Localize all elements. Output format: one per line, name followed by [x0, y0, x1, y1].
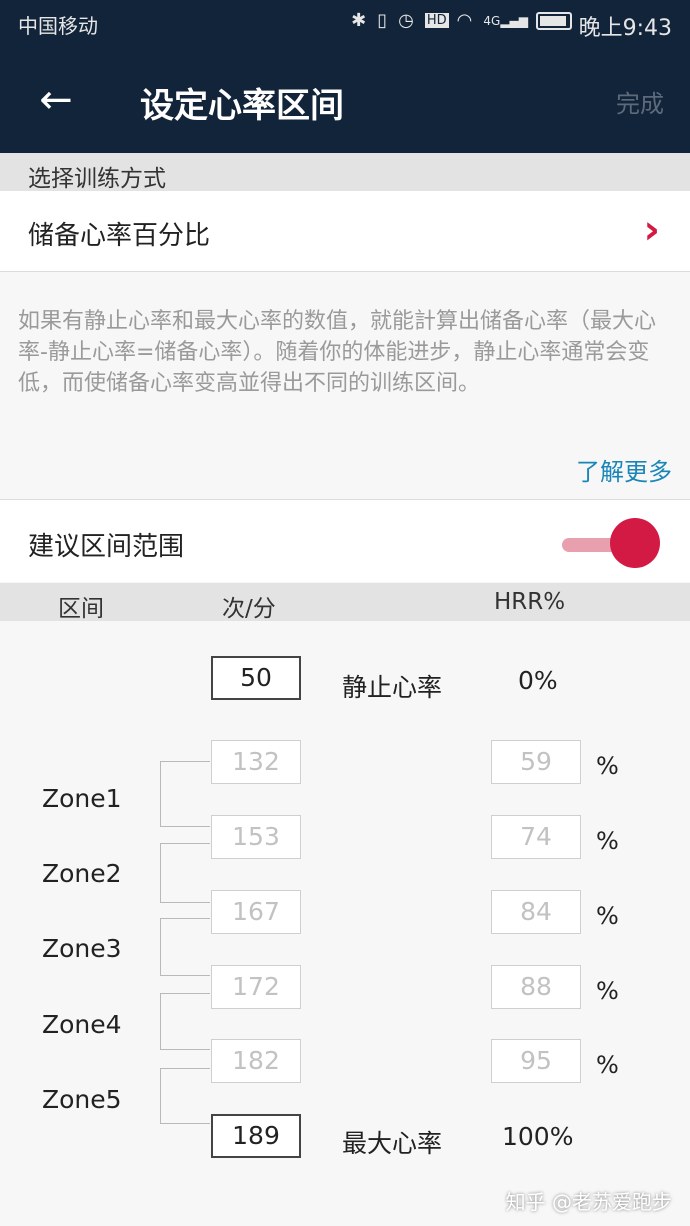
boundary-bpm-input[interactable]: 132: [211, 740, 301, 784]
boundary-bpm-input[interactable]: 153: [211, 815, 301, 859]
app-bar: ← 设定心率区间 完成: [0, 48, 690, 153]
page-title: 设定心率区间: [140, 86, 344, 126]
resting-hr-input[interactable]: 50: [211, 656, 301, 700]
max-hr-label: 最大心率: [342, 1129, 443, 1158]
zone5-label: Zone5: [42, 1085, 122, 1114]
status-bar: 中国移动 ✱ ▯ ◷ HD ◠ 4G▂▄▆ 晚上9:43: [0, 0, 690, 48]
learn-more-link[interactable]: 了解更多: [576, 452, 672, 487]
boundary-percent-input[interactable]: 59: [491, 740, 581, 784]
zone3-label: Zone3: [42, 934, 122, 963]
boundary-percent-input[interactable]: 74: [491, 815, 581, 859]
training-mode-header-label: 选择训练方式: [28, 166, 166, 192]
zone-table-header: 区间 次/分 HRR%: [0, 583, 690, 622]
suggested-range-toggle[interactable]: [610, 518, 660, 568]
percent-unit: %: [596, 977, 619, 1005]
bluetooth-icon: ✱: [351, 10, 370, 31]
resting-hr-percent: 0%: [518, 666, 558, 695]
percent-unit: %: [596, 827, 619, 855]
done-button[interactable]: 完成: [616, 84, 664, 119]
watermark: 知乎 @老苏爱跑步: [505, 1190, 672, 1214]
max-hr-input[interactable]: 189: [211, 1114, 301, 1158]
boundary-percent-input[interactable]: 84: [491, 890, 581, 934]
clock: 晚上9:43: [578, 16, 672, 41]
boundary-percent-input[interactable]: 95: [491, 1039, 581, 1083]
carrier-name: 中国移动: [18, 14, 98, 38]
zone-column-header: 区间: [58, 596, 104, 622]
zone2-bracket: [160, 843, 210, 903]
zone5-bracket: [160, 1068, 210, 1124]
training-mode-selector[interactable]: 储备心率百分比 ›: [0, 191, 690, 271]
wifi-icon: ◠: [456, 10, 476, 31]
boundary-bpm-input[interactable]: 182: [211, 1039, 301, 1083]
max-hr-percent: 100%: [502, 1122, 574, 1151]
percent-unit: %: [596, 902, 619, 930]
boundary-percent-input[interactable]: 88: [491, 965, 581, 1009]
percent-unit: %: [596, 1051, 619, 1079]
vibrate-icon: ▯: [377, 10, 391, 31]
bpm-column-header: 次/分: [222, 596, 276, 622]
chevron-right-icon: ›: [643, 207, 660, 253]
resting-hr-label: 静止心率: [342, 673, 443, 702]
boundary-bpm-input[interactable]: 167: [211, 890, 301, 934]
zone1-label: Zone1: [42, 784, 122, 813]
description-text: 如果有静止心率和最大心率的数值，就能計算出储备心率（最大心率-静止心率=储备心率…: [18, 309, 657, 396]
training-mode-header: 选择训练方式: [0, 153, 690, 192]
zone4-bracket: [160, 993, 210, 1050]
zone1-bracket: [160, 761, 210, 827]
percent-unit: %: [596, 752, 619, 780]
network-type: 4G: [483, 13, 501, 28]
signal-4g-icon: 4G▂▄▆: [483, 13, 528, 28]
battery-icon: [536, 11, 572, 30]
zone4-label: Zone4: [42, 1010, 122, 1039]
alarm-icon: ◷: [398, 10, 417, 31]
hrr-column-header: HRR%: [494, 589, 566, 615]
zone3-bracket: [160, 918, 210, 976]
zone2-label: Zone2: [42, 859, 122, 888]
divider: [0, 271, 690, 272]
suggested-range-label: 建议区间范围: [28, 532, 185, 562]
status-icons: ✱ ▯ ◷ HD ◠ 4G▂▄▆: [351, 10, 572, 31]
training-mode-value: 储备心率百分比: [28, 221, 211, 251]
hd-icon: HD: [424, 13, 449, 28]
back-arrow-icon[interactable]: ←: [32, 76, 80, 124]
boundary-bpm-input[interactable]: 172: [211, 965, 301, 1009]
